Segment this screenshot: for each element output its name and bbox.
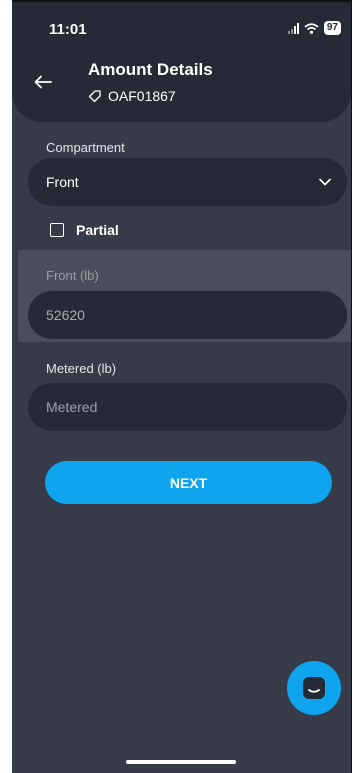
chat-button[interactable] bbox=[287, 661, 341, 715]
status-time: 11:01 bbox=[49, 21, 87, 38]
signal-icon bbox=[287, 22, 299, 34]
partial-label: Partial bbox=[76, 222, 119, 238]
compartment-select[interactable]: Front bbox=[28, 158, 347, 206]
home-indicator[interactable] bbox=[126, 760, 236, 764]
front-value: 52620 bbox=[46, 307, 85, 323]
battery-badge: 97 bbox=[323, 21, 341, 35]
page-title: Amount Details bbox=[88, 60, 213, 79]
front-input: 52620 bbox=[28, 291, 347, 339]
app-screen: 11:01 97 Amount Details OAF01867 Compart… bbox=[12, 2, 351, 773]
status-icons: 97 bbox=[287, 21, 341, 35]
partial-checkbox-row[interactable]: Partial bbox=[50, 222, 119, 238]
metered-label: Metered (lb) bbox=[46, 361, 117, 376]
tag-icon bbox=[88, 90, 101, 103]
chevron-down-icon bbox=[319, 178, 331, 186]
next-button[interactable]: NEXT bbox=[45, 461, 332, 504]
frame-right-border bbox=[351, 0, 362, 773]
metered-input[interactable]: Metered bbox=[28, 383, 347, 431]
compartment-value: Front bbox=[46, 174, 79, 190]
front-label: Front (lb) bbox=[46, 268, 99, 283]
order-id: OAF01867 bbox=[108, 88, 176, 104]
order-id-row: OAF01867 bbox=[88, 88, 176, 104]
partial-checkbox[interactable] bbox=[50, 223, 64, 237]
wifi-icon bbox=[304, 22, 319, 34]
metered-placeholder: Metered bbox=[46, 399, 98, 415]
header: 11:01 97 Amount Details OAF01867 bbox=[12, 2, 351, 122]
back-arrow-icon[interactable] bbox=[34, 72, 52, 95]
compartment-label: Compartment bbox=[46, 140, 125, 155]
chat-bubble-icon bbox=[303, 677, 325, 699]
